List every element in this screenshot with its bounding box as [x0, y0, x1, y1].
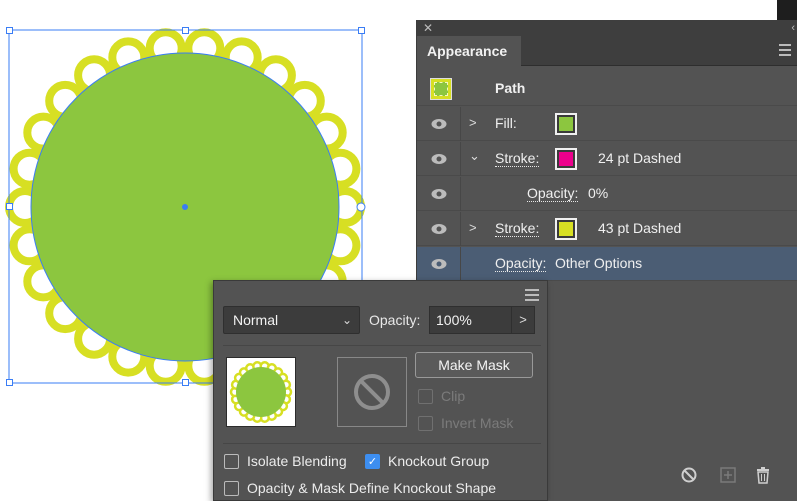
path-thumbnail-icon	[430, 78, 452, 100]
mask-thumbnail[interactable]	[337, 357, 407, 427]
eye-icon	[431, 259, 447, 269]
transparency-popup: Normal ⌄ Opacity: 100% > Make Mask Clip …	[213, 280, 548, 501]
opacity-row[interactable]: Opacity: Other Options	[417, 247, 797, 281]
eye-icon	[431, 224, 447, 234]
collapse-icon[interactable]: ‹	[791, 20, 795, 36]
no-icon[interactable]	[681, 467, 697, 488]
knockout-group-label: Knockout Group	[388, 453, 490, 469]
visibility-toggle[interactable]	[417, 107, 461, 141]
selection-handle-tr[interactable]	[358, 27, 365, 34]
stroke-swatch[interactable]	[555, 218, 577, 240]
panel-tab-row: Appearance	[417, 36, 797, 67]
window-edge	[777, 0, 797, 22]
stroke-label[interactable]: Stroke:	[495, 150, 540, 167]
stroke-value[interactable]: 24 pt Dashed	[598, 150, 681, 166]
chevron-right-icon[interactable]: >	[511, 306, 535, 334]
eye-icon	[431, 189, 447, 199]
options-menu-icon[interactable]	[525, 289, 539, 301]
selection-handle-ml[interactable]	[6, 203, 13, 210]
selection-handle-tl[interactable]	[6, 27, 13, 34]
visibility-toggle[interactable]	[417, 247, 461, 281]
fill-row[interactable]: > Fill:	[417, 107, 797, 141]
chevron-right-icon[interactable]: >	[469, 220, 477, 235]
close-icon[interactable]: ✕	[423, 20, 433, 36]
artwork-thumbnail[interactable]	[226, 357, 296, 427]
visibility-toggle[interactable]	[417, 177, 461, 211]
isolate-blending-label: Isolate Blending	[247, 453, 347, 469]
make-mask-button[interactable]: Make Mask	[415, 352, 533, 378]
opacity-label[interactable]: Opacity:	[527, 185, 579, 202]
fill-color	[559, 117, 573, 131]
opacity-value: Other Options	[555, 255, 643, 271]
blend-mode-value: Normal	[233, 312, 279, 328]
divider	[223, 345, 541, 346]
stroke-label[interactable]: Stroke:	[495, 220, 540, 237]
stroke-opacity-row[interactable]: Opacity: 0%	[417, 177, 797, 211]
fill-label[interactable]: Fill:	[495, 115, 517, 131]
stroke-row-1[interactable]: ⌄ Stroke: 24 pt Dashed	[417, 142, 797, 176]
opacity-value: 0%	[588, 185, 609, 201]
clip-checkbox[interactable]	[418, 389, 433, 404]
stroke-row-2[interactable]: > Stroke: 43 pt Dashed	[417, 212, 797, 246]
opacity-mask-knockout-checkbox[interactable]	[224, 481, 239, 496]
invert-mask-checkbox[interactable]	[418, 416, 433, 431]
isolate-blending-checkbox[interactable]	[224, 454, 239, 469]
opacity-mask-knockout-label: Opacity & Mask Define Knockout Shape	[247, 480, 497, 496]
chevron-down-icon[interactable]: ⌄	[469, 148, 480, 164]
opacity-label[interactable]: Opacity:	[495, 255, 547, 272]
chevron-down-icon: ⌄	[341, 313, 352, 327]
selection-handle-bl[interactable]	[6, 379, 13, 386]
eye-icon	[431, 119, 447, 129]
clip-label: Clip	[441, 388, 466, 404]
tab-appearance[interactable]: Appearance	[417, 36, 521, 67]
no-mask-icon	[354, 374, 390, 410]
opacity-input[interactable]: 100%	[429, 306, 513, 334]
opacity-label: Opacity:	[369, 312, 421, 328]
visibility-toggle[interactable]	[417, 142, 461, 176]
chevron-right-icon[interactable]: >	[469, 115, 477, 130]
eye-icon	[431, 154, 447, 164]
panel-titlebar: ✕ ‹	[417, 20, 797, 36]
invert-mask-label: Invert Mask	[441, 415, 514, 431]
trash-icon[interactable]	[755, 467, 771, 489]
visibility-toggle[interactable]	[417, 212, 461, 246]
path-label: Path	[495, 80, 526, 96]
stroke-color	[559, 222, 573, 236]
selection-handle-tc[interactable]	[182, 27, 189, 34]
fill-swatch[interactable]	[555, 113, 577, 135]
add-new-icon[interactable]	[720, 467, 736, 488]
panel-menu-icon[interactable]	[779, 44, 791, 56]
thumbnail-art	[229, 361, 293, 423]
stroke-value[interactable]: 43 pt Dashed	[598, 220, 681, 236]
divider	[223, 443, 541, 444]
stroke-color	[559, 152, 573, 166]
stroke-swatch[interactable]	[555, 148, 577, 170]
knockout-group-checkbox[interactable]: ✓	[365, 454, 380, 469]
selection-handle-bc[interactable]	[182, 379, 189, 386]
blend-mode-select[interactable]: Normal ⌄	[223, 306, 360, 334]
path-header-row: Path	[417, 72, 797, 106]
